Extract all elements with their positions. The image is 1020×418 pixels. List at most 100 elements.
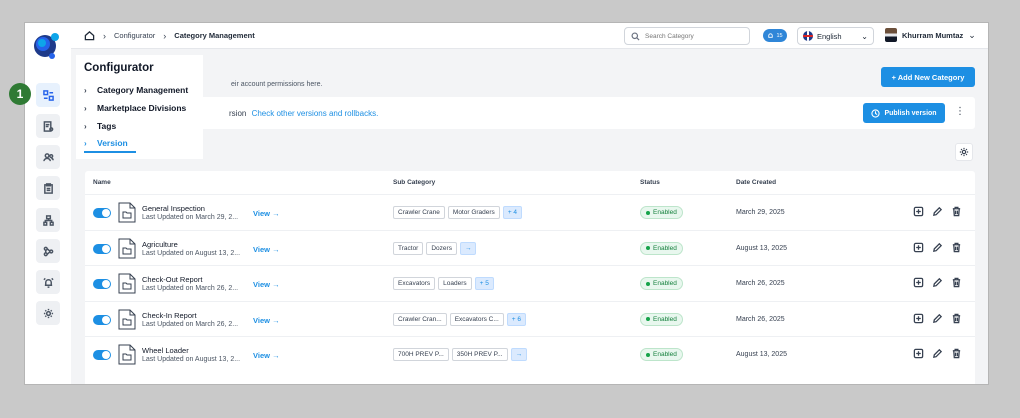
arrow-right-icon: → (272, 280, 280, 289)
add-square-icon[interactable] (913, 277, 924, 288)
sidebar-item-reports[interactable] (36, 114, 60, 138)
settings-icon (43, 308, 53, 318)
chevron-right-icon: › (103, 30, 106, 41)
view-link[interactable]: View → (253, 209, 280, 218)
view-link[interactable]: View → (253, 316, 280, 325)
row-actions (913, 206, 962, 217)
view-link[interactable]: View → (253, 245, 280, 254)
row-actions (913, 313, 962, 324)
delete-trash-icon[interactable] (951, 242, 962, 253)
sidebar-item-inspections[interactable] (36, 176, 60, 200)
sidebar-item-settings[interactable] (36, 301, 60, 325)
add-square-icon[interactable] (913, 242, 924, 253)
status-dot-icon (646, 352, 650, 357)
add-square-icon[interactable] (913, 348, 924, 359)
configurator-icon (42, 89, 54, 101)
view-link[interactable]: View → (253, 351, 280, 360)
more-sub-categories-chip[interactable]: + 5 (474, 277, 494, 290)
clock-icon (871, 108, 881, 118)
breadcrumb: › Configurator › Category Management (84, 30, 255, 41)
sidebar-item-alerts[interactable] (36, 270, 60, 294)
column-header-date-created: Date Created (736, 179, 777, 186)
language-label: English (817, 31, 842, 41)
sub-category-chip: 700H PREV P... (393, 348, 449, 361)
gear-icon (959, 147, 969, 157)
search-box[interactable] (624, 27, 750, 45)
more-options-icon[interactable]: ⋮ (955, 107, 965, 117)
more-sub-categories-chip[interactable]: + 6 (506, 312, 527, 326)
report-search-icon (43, 120, 53, 132)
row-actions (913, 348, 962, 359)
delete-trash-icon[interactable] (951, 206, 962, 217)
edit-pencil-icon[interactable] (932, 242, 943, 253)
configurator-dropdown: Configurator › Category Management › Mar… (76, 55, 203, 159)
sub-category-chip: Crawler Crane (393, 206, 445, 219)
dropdown-item-tags[interactable]: › Tags (84, 117, 195, 135)
dropdown-item-version[interactable]: › Version (84, 135, 136, 153)
dropdown-item-category-management[interactable]: › Category Management (84, 81, 195, 99)
more-sub-categories-chip[interactable]: → (459, 241, 477, 255)
sub-category-list: Crawler Crane Motor Graders + 4 (393, 206, 523, 219)
add-square-icon[interactable] (913, 206, 924, 217)
status-badge: Enabled (640, 348, 683, 361)
dropdown-item-label: Marketplace Divisions (97, 103, 187, 113)
table-row: General Inspection Last Updated on March… (85, 194, 975, 229)
edit-pencil-icon[interactable] (932, 313, 943, 324)
delete-trash-icon[interactable] (951, 313, 962, 324)
enable-toggle[interactable] (93, 279, 111, 289)
version-info: rsion Check other versions and rollbacks… (229, 109, 378, 118)
status-dot-icon (646, 317, 650, 321)
delete-trash-icon[interactable] (951, 348, 962, 359)
version-history-link[interactable]: Check other versions and rollbacks. (252, 109, 379, 118)
status-dot-icon (646, 281, 650, 286)
sidebar-item-users[interactable] (36, 145, 60, 169)
workflow-icon (43, 246, 53, 256)
sidebar-item-configurator[interactable] (36, 83, 60, 107)
view-link[interactable]: View → (253, 280, 280, 289)
enable-toggle[interactable] (93, 208, 111, 218)
edit-pencil-icon[interactable] (932, 348, 943, 359)
publish-version-button[interactable]: Publish version (863, 103, 945, 123)
enable-toggle[interactable] (93, 243, 111, 254)
sub-category-chip: Tractor (393, 241, 424, 255)
date-created: March 26, 2025 (736, 280, 785, 287)
edit-pencil-icon[interactable] (932, 277, 943, 288)
status-label: Enabled (653, 351, 677, 358)
more-sub-categories-chip[interactable]: + 4 (502, 206, 523, 219)
language-select[interactable]: English ⌄ (797, 27, 874, 45)
table-settings-button[interactable] (955, 143, 973, 161)
notification-button[interactable]: 15 (763, 29, 787, 42)
home-icon[interactable] (84, 30, 95, 41)
enable-toggle[interactable] (93, 350, 111, 360)
category-name: Agriculture (142, 239, 178, 249)
add-square-icon[interactable] (913, 313, 924, 324)
user-menu[interactable]: Khurram Mumtaz ⌄ (885, 28, 976, 42)
breadcrumb-item[interactable]: Configurator (114, 31, 155, 40)
edit-pencil-icon[interactable] (932, 206, 943, 217)
dropdown-item-marketplace-divisions[interactable]: › Marketplace Divisions (84, 99, 195, 117)
delete-trash-icon[interactable] (951, 277, 962, 288)
enable-toggle[interactable] (93, 314, 111, 325)
clipboard-icon (43, 182, 53, 194)
sidebar-item-structure[interactable] (36, 208, 60, 232)
bell-icon (768, 33, 774, 38)
avatar (885, 28, 897, 42)
arrow-right-icon: → (272, 244, 280, 254)
last-updated: Last Updated on March 29, 2... (142, 214, 239, 221)
table-row: Check-Out Report Last Updated on March 2… (85, 265, 975, 300)
step-badge: 1 (9, 83, 31, 105)
sidebar (25, 23, 71, 384)
sidebar-item-workflow[interactable] (36, 239, 60, 263)
date-created: August 13, 2025 (736, 244, 787, 252)
status-dot-icon (646, 210, 650, 215)
more-sub-categories-chip[interactable]: → (510, 348, 528, 361)
hierarchy-icon (42, 214, 54, 226)
chevron-down-icon: ⌄ (861, 31, 868, 41)
app-window: › Configurator › Category Management 15 … (24, 22, 989, 385)
page-description: eir account permissions here. (231, 81, 323, 88)
add-category-button[interactable]: + Add New Category (881, 67, 975, 87)
search-input[interactable] (645, 32, 745, 40)
notification-count: 15 (776, 32, 783, 39)
category-name: Wheel Loader (142, 346, 189, 355)
date-created: March 26, 2025 (736, 315, 785, 323)
